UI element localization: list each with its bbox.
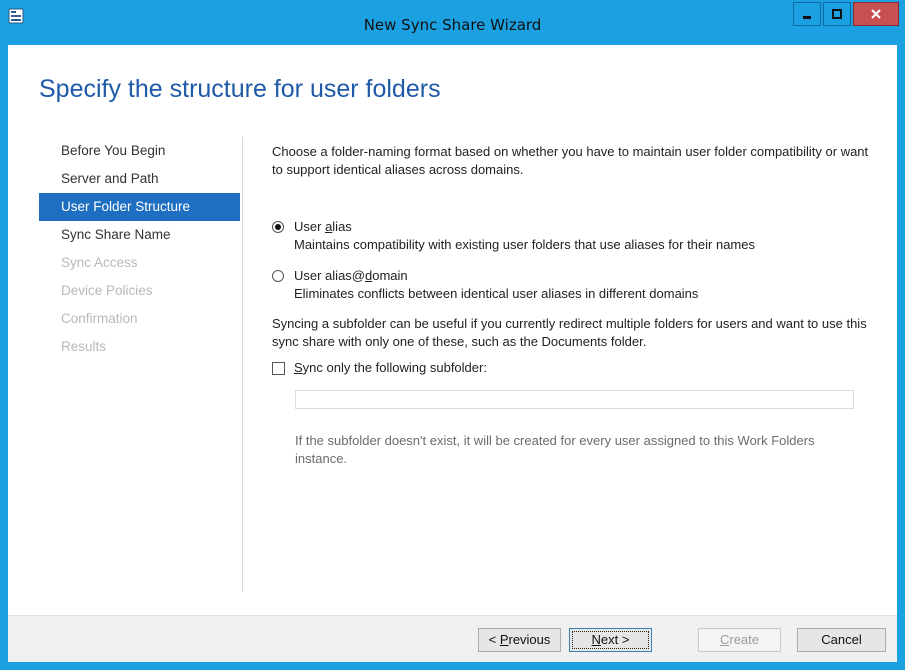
nav-item-device-policies: Device Policies: [61, 283, 153, 298]
window-title: New Sync Share Wizard: [363, 16, 542, 34]
maximize-icon: [832, 9, 842, 19]
user-alias-domain-label: User alias@domain: [294, 268, 408, 283]
nav-item-sync-share-name[interactable]: Sync Share Name: [39, 221, 240, 249]
nav-item-sync-access: Sync Access: [61, 255, 138, 270]
maximize-button[interactable]: [823, 2, 851, 26]
sync-subfolder-label: Sync only the following subfolder:: [294, 360, 487, 375]
intro-text: Choose a folder-naming format based on w…: [272, 144, 869, 177]
wizard-footer: < Previous Next > Create Cancel: [8, 615, 897, 662]
next-button[interactable]: Next >: [569, 628, 652, 652]
wizard-window: New Sync Share Wizard Specify the struct…: [0, 0, 905, 670]
user-alias-label: User alias: [294, 219, 352, 234]
previous-button[interactable]: < Previous: [478, 628, 561, 652]
close-button[interactable]: [853, 2, 899, 26]
nav-divider: [242, 137, 243, 592]
nav-item-before-you-begin[interactable]: Before You Begin: [39, 137, 240, 165]
user-alias-option[interactable]: User alias Maintains compatibility with …: [272, 218, 755, 254]
nav-item-results: Results: [61, 339, 107, 354]
subfolder-intro-text: Syncing a subfolder can be useful if you…: [272, 316, 867, 349]
nav-item-user-folder-structure[interactable]: User Folder Structure: [39, 193, 240, 221]
subfolder-note: If the subfolder doesn't exist, it will …: [295, 433, 815, 466]
wizard-steps-nav: Before You Begin Server and Path User Fold…: [39, 137, 240, 361]
sync-subfolder-checkbox[interactable]: [272, 362, 285, 375]
window-controls: [791, 2, 899, 30]
user-alias-domain-description: Eliminates conflicts between identical u…: [294, 286, 699, 301]
wizard-content: Choose a folder-naming format based on w…: [272, 143, 882, 466]
cancel-button[interactable]: Cancel: [797, 628, 886, 652]
page-title: Specify the structure for user folders: [39, 75, 441, 103]
title-bar[interactable]: New Sync Share Wizard: [0, 0, 905, 45]
close-icon: [871, 9, 881, 19]
user-alias-description: Maintains compatibility with existing us…: [294, 237, 755, 252]
sync-subfolder-option[interactable]: Sync only the following subfolder:: [272, 359, 487, 377]
user-alias-radio[interactable]: [272, 221, 284, 233]
create-button[interactable]: Create: [698, 628, 781, 652]
wizard-body: Specify the structure for user folders B…: [8, 45, 897, 662]
user-alias-domain-radio[interactable]: [272, 270, 284, 282]
nav-item-server-and-path[interactable]: Server and Path: [39, 165, 240, 193]
user-alias-domain-option[interactable]: User alias@domain Eliminates conflicts b…: [272, 267, 698, 303]
subfolder-path-input[interactable]: [295, 390, 854, 409]
minimize-button[interactable]: [793, 2, 821, 26]
minimize-icon: [803, 16, 811, 19]
nav-item-confirmation: Confirmation: [61, 311, 138, 326]
